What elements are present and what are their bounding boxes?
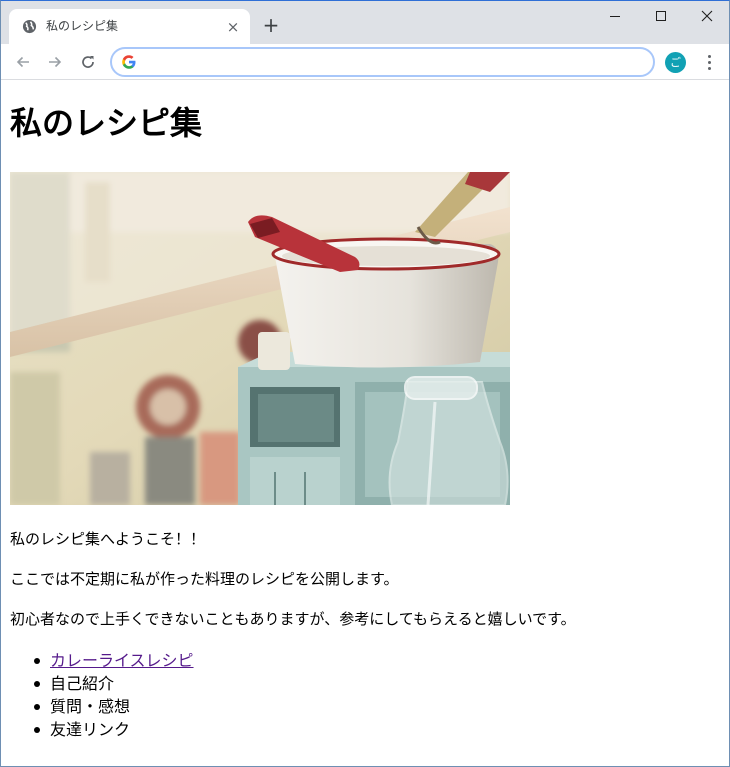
- list-item: カレーライスレシピ: [10, 649, 194, 672]
- page-title: 私のレシピ集: [10, 104, 203, 142]
- recipe-menu: カレーライスレシピ 自己紹介 質問・感想 友達リンク: [10, 649, 194, 741]
- address-bar[interactable]: [110, 47, 655, 77]
- tab-title: 私のレシピ集: [46, 19, 119, 33]
- welcome-text: 私のレシピ集へようこそ！！: [10, 530, 206, 548]
- address-input[interactable]: [146, 53, 646, 71]
- tab-active[interactable]: 私のレシピ集 ×: [9, 9, 250, 44]
- web-page: 私のレシピ集 私のレシピ集へようこそ！！ ここでは不定期に私が作った料理のレシピ…: [1, 81, 729, 766]
- intro-text: ここでは不定期に私が作った料理のレシピを公開します。: [10, 570, 399, 588]
- google-g-icon: [121, 54, 137, 70]
- curry-recipe-link[interactable]: カレーライスレシピ: [50, 651, 194, 670]
- list-item: 自己紹介: [10, 672, 194, 695]
- browser-toolbar: ご: [1, 44, 729, 80]
- minimize-icon[interactable]: [592, 1, 638, 31]
- list-item: 質問・感想: [10, 695, 194, 718]
- reload-icon[interactable]: [76, 50, 100, 74]
- profile-avatar[interactable]: ご: [665, 52, 686, 73]
- browser-window: 私のレシピ集 × + ご 私のレシピ集 私のレシピ集へようこそ！！ ここでは不定…: [0, 0, 730, 767]
- hero-image: [10, 172, 510, 505]
- close-icon[interactable]: [684, 1, 729, 31]
- close-tab-icon[interactable]: ×: [225, 19, 241, 35]
- arrow-left-icon[interactable]: [11, 50, 35, 74]
- list-item: 友達リンク: [10, 718, 194, 741]
- globe-icon: [22, 19, 37, 34]
- note-text: 初心者なので上手くできないこともありますが、参考にしてもらえると嬉しいです。: [10, 610, 576, 628]
- arrow-right-icon[interactable]: [43, 50, 67, 74]
- maximize-icon[interactable]: [638, 1, 684, 31]
- vertical-dots-icon[interactable]: [699, 52, 719, 72]
- new-tab-button[interactable]: +: [261, 15, 281, 35]
- tab-strip: 私のレシピ集 × +: [1, 1, 729, 44]
